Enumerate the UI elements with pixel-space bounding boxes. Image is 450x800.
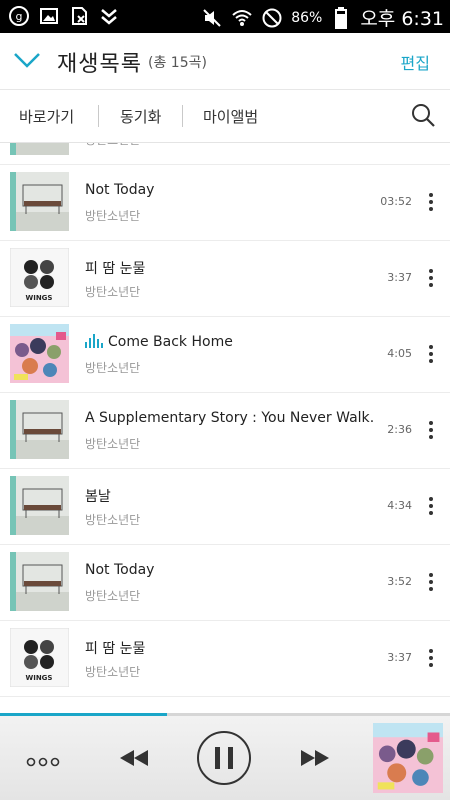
list-item[interactable]: 봄날 방탄소년단 4:34 bbox=[0, 468, 450, 545]
song-title: Not Today bbox=[85, 562, 155, 578]
tab-sync[interactable]: 동기화 bbox=[120, 106, 161, 127]
album-art bbox=[10, 552, 69, 611]
song-title-row: Come Back Home bbox=[85, 334, 233, 352]
page-title: 재생목록 bbox=[57, 52, 142, 77]
edit-button[interactable]: 편집 bbox=[401, 50, 430, 74]
svg-text:g: g bbox=[16, 10, 23, 23]
previous-icon[interactable] bbox=[118, 748, 150, 768]
song-duration: 4:05 bbox=[387, 347, 412, 360]
playlist-header: 재생목록 (총 15곡) 편집 bbox=[0, 33, 450, 90]
list-item[interactable]: 방탄소년단 bbox=[0, 143, 450, 165]
more-vert-icon[interactable] bbox=[428, 572, 434, 592]
artist-name: 방탄소년단 bbox=[85, 513, 141, 527]
list-item[interactable]: Not Today 방탄소년단 3:52 bbox=[0, 544, 450, 621]
do-not-disturb-icon bbox=[261, 7, 283, 29]
artist-name: 방탄소년단 bbox=[85, 285, 141, 299]
artist-name: 방탄소년단 bbox=[85, 361, 141, 375]
more-vert-icon[interactable] bbox=[428, 496, 434, 516]
search-icon[interactable] bbox=[410, 102, 436, 128]
song-title: A Supplementary Story : You Never Walk… bbox=[85, 410, 375, 426]
more-vert-icon[interactable] bbox=[428, 648, 434, 668]
song-title: 피 땀 눈물 bbox=[85, 641, 146, 657]
song-duration: 4:34 bbox=[387, 499, 412, 512]
list-item[interactable]: Not Today 방탄소년단 03:52 bbox=[0, 164, 450, 241]
song-duration: 3:37 bbox=[387, 651, 412, 664]
song-duration: 3:52 bbox=[387, 575, 412, 588]
song-count: (총 15곡) bbox=[148, 55, 207, 71]
svg-text:WINGS: WINGS bbox=[26, 674, 53, 682]
wifi-icon bbox=[231, 7, 253, 29]
clock: 오후 6:31 bbox=[360, 8, 444, 30]
more-vert-icon[interactable] bbox=[428, 268, 434, 288]
more-vert-icon[interactable] bbox=[428, 420, 434, 440]
mute-icon bbox=[201, 7, 223, 29]
battery-percent: 86% bbox=[291, 9, 323, 26]
artist-name: 방탄소년단 bbox=[85, 143, 140, 148]
next-icon[interactable] bbox=[299, 748, 331, 768]
list-item[interactable]: Come Back Home 방탄소년단 4:05 bbox=[0, 316, 450, 393]
song-title: 피 땀 눈물 bbox=[85, 261, 146, 277]
chevron-down-icon[interactable] bbox=[12, 49, 42, 71]
list-item[interactable]: WINGS 피 땀 눈물 방탄소년단 3:37 bbox=[0, 240, 450, 317]
more-vert-icon[interactable] bbox=[428, 344, 434, 364]
equalizer-icon bbox=[85, 334, 103, 352]
album-art: WINGS bbox=[9, 247, 70, 308]
more-horiz-icon[interactable] bbox=[26, 752, 60, 767]
artist-name: 방탄소년단 bbox=[85, 589, 141, 603]
song-duration: 03:52 bbox=[380, 195, 412, 208]
song-duration: 2:36 bbox=[387, 423, 412, 436]
tab-divider bbox=[182, 105, 183, 127]
tab-shortcuts[interactable]: 바로가기 bbox=[19, 106, 74, 127]
list-item[interactable]: WINGS 피 땀 눈물 방탄소년단 3:37 bbox=[0, 620, 450, 697]
more-vert-icon[interactable] bbox=[428, 192, 434, 212]
song-duration: 3:37 bbox=[387, 271, 412, 284]
artist-name: 방탄소년단 bbox=[85, 437, 141, 451]
song-title: Not Today bbox=[85, 182, 155, 198]
album-art bbox=[10, 476, 69, 535]
tab-my-album[interactable]: 마이앨범 bbox=[203, 106, 258, 127]
check-app-icon bbox=[98, 5, 120, 27]
list-item[interactable]: A Supplementary Story : You Never Walk… … bbox=[0, 392, 450, 469]
shortcut-tabs: 바로가기 동기화 마이앨범 bbox=[0, 90, 450, 143]
album-art bbox=[10, 324, 69, 383]
tab-divider bbox=[98, 105, 99, 127]
song-title: 봄날 bbox=[85, 489, 111, 505]
mini-player bbox=[0, 716, 450, 800]
album-art bbox=[10, 400, 69, 459]
svg-text:WINGS: WINGS bbox=[26, 294, 53, 302]
sim-off-icon bbox=[68, 5, 90, 27]
album-art bbox=[10, 172, 69, 231]
pause-icon[interactable] bbox=[196, 730, 252, 786]
status-bar: g 86% 오후 6:31 bbox=[0, 0, 450, 33]
album-art bbox=[10, 143, 69, 155]
artist-name: 방탄소년단 bbox=[85, 209, 141, 223]
song-title: Come Back Home bbox=[108, 334, 233, 350]
artist-name: 방탄소년단 bbox=[85, 665, 141, 679]
now-playing-album-art[interactable] bbox=[373, 723, 443, 793]
image-icon bbox=[38, 5, 60, 27]
g-app-icon: g bbox=[8, 5, 30, 27]
song-list: 방탄소년단 Not Today 방탄소년단 03:52 WINGS 피 땀 눈물… bbox=[0, 143, 450, 713]
album-art: WINGS bbox=[9, 627, 70, 688]
battery-icon bbox=[330, 6, 352, 29]
